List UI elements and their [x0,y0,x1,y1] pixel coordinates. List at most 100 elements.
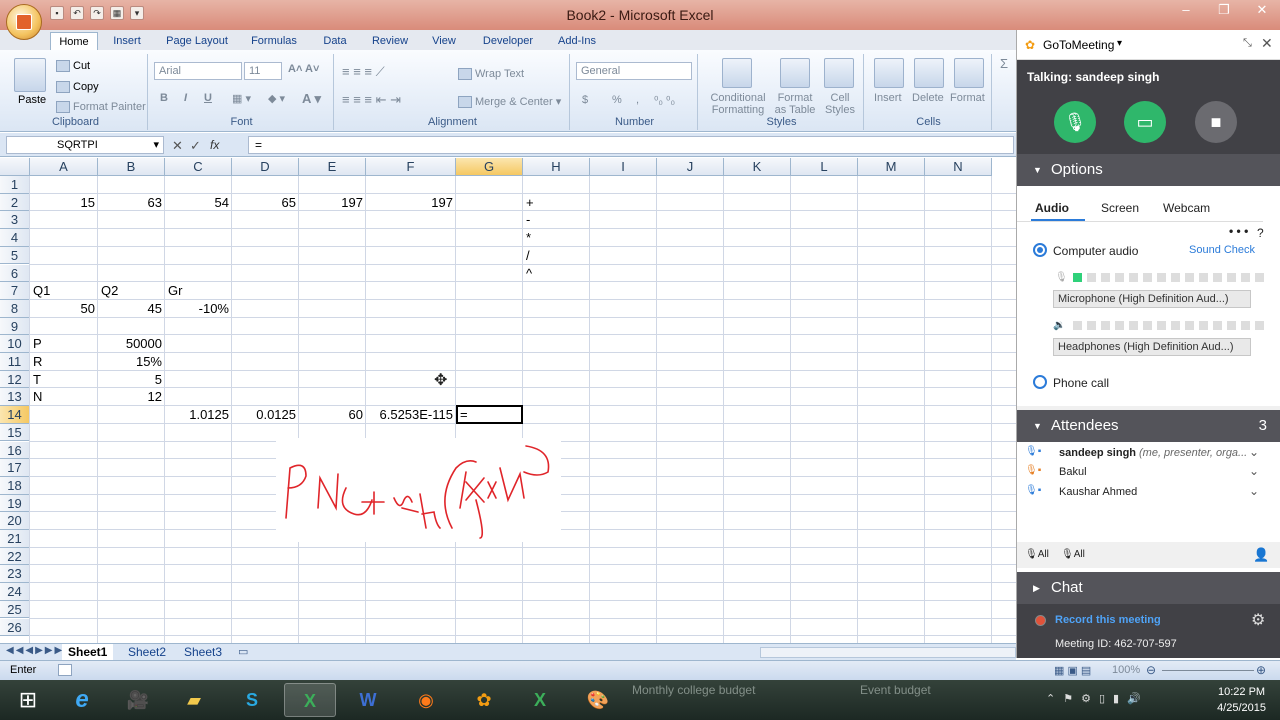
wrap-text-button[interactable]: Wrap Text [458,68,524,81]
cell-A10[interactable]: P [33,335,95,352]
tab-page-layout[interactable]: Page Layout [160,32,234,50]
computer-audio-radio[interactable] [1033,243,1047,257]
attendee-expand-icon[interactable]: ⌄ [1249,445,1259,459]
clock[interactable]: 10:22 PM 4/25/2015 [1217,684,1266,716]
cell-H5[interactable]: / [526,247,587,264]
borders-button[interactable]: ▦ ▾ [232,92,251,105]
microphone-select[interactable]: Microphone (High Definition Aud...) [1053,290,1251,308]
cell-C14[interactable]: 1.0125 [168,406,229,423]
sheet-tab-2[interactable]: Sheet2 [122,644,172,660]
tab-home[interactable]: Home [50,32,98,50]
add-attendee-icon[interactable]: 👤 [1253,547,1269,563]
column-header-L[interactable]: L [791,158,858,176]
restore-button[interactable]: ❐ [1214,2,1234,18]
row-header-21[interactable]: 21 [0,530,30,548]
start-button[interactable]: ⊞ [4,683,52,717]
paste-button[interactable]: Paste [18,94,46,106]
excel-taskbar-icon[interactable]: X [284,683,336,717]
row-header-8[interactable]: 8 [0,299,30,318]
copy-button[interactable]: Copy [56,81,99,94]
cell-A13[interactable]: N [33,388,95,405]
currency-button[interactable]: $ [582,94,588,106]
row-header-26[interactable]: 26 [0,618,30,637]
help-icon[interactable]: ? [1257,226,1264,240]
align-left-icon[interactable]: ≡ ≡ ≡ ⇤ ⇥ [342,92,401,108]
column-header-I[interactable]: I [590,158,657,176]
zoom-in-icon[interactable]: ⊕ [1256,663,1266,677]
cell-A12[interactable]: T [33,371,95,388]
delete-cells-icon[interactable] [914,58,944,88]
column-header-G[interactable]: G [456,158,523,176]
cell-B8[interactable]: 45 [101,300,162,317]
more-options-icon[interactable]: • • • [1229,224,1248,238]
undo-icon[interactable]: ↶ [70,6,84,20]
cell-H2[interactable]: + [526,194,587,211]
zoom-slider[interactable] [1162,670,1254,671]
minimize-button[interactable]: ‒ [1176,2,1196,18]
attendee-name-1[interactable]: sandeep singh [1059,447,1136,459]
cell-C2[interactable]: 54 [168,194,229,211]
cell-B10[interactable]: 50000 [101,335,162,352]
decimal-buttons[interactable]: ⁰₀ ⁰₀ [654,94,675,107]
format-painter-button[interactable]: Format Painter [56,101,146,114]
tab-audio[interactable]: Audio [1035,201,1069,215]
attendee-expand-icon[interactable]: ⌄ [1249,484,1259,498]
record-icon[interactable] [1035,615,1046,626]
settings-gear-icon[interactable]: ⚙ [1251,610,1265,630]
delete-cells-button[interactable]: Delete [912,92,944,104]
zoom-out-icon[interactable]: ⊖ [1146,663,1156,677]
cell-A11[interactable]: R [33,353,95,370]
formula-input[interactable]: = [248,136,1014,154]
row-header-20[interactable]: 20 [0,512,30,530]
row-header-9[interactable]: 9 [0,317,30,336]
chat-section-header[interactable]: ▶ Chat [1017,572,1280,604]
tab-data[interactable]: Data [316,32,354,50]
comma-button[interactable]: , [636,94,639,106]
attendees-section-header[interactable]: ▼ Attendees 3 [1017,410,1280,442]
column-header-H[interactable]: H [523,158,590,176]
cell-E2[interactable]: 197 [302,194,363,211]
column-header-J[interactable]: J [657,158,724,176]
unmute-all-button[interactable]: 🎙All [1061,549,1085,560]
format-as-table-icon[interactable] [780,58,810,88]
sound-check-link[interactable]: Sound Check [1189,244,1255,256]
row-header-2[interactable]: 2 [0,193,30,212]
cell-styles-button[interactable]: Cell Styles [820,92,860,116]
merge-center-button[interactable]: Merge & Center ▾ [458,95,561,109]
headphones-select[interactable]: Headphones (High Definition Aud...) [1053,338,1251,356]
number-format-box[interactable]: General [576,62,692,80]
cell-F2[interactable]: 197 [369,194,453,211]
row-header-15[interactable]: 15 [0,423,30,442]
row-header-7[interactable]: 7 [0,282,30,300]
conditional-formatting-button[interactable]: Conditional Formatting [708,92,768,116]
row-header-17[interactable]: 17 [0,459,30,477]
attendee-name-2[interactable]: Bakul [1059,466,1087,478]
row-header-13[interactable]: 13 [0,388,30,407]
internet-explorer-icon[interactable]: e [56,683,108,717]
zoom-level[interactable]: 100% [1112,664,1140,676]
underline-button[interactable]: U [204,92,212,104]
cell-H4[interactable]: * [526,229,587,246]
redo-icon[interactable]: ↷ [90,6,104,20]
tab-webcam[interactable]: Webcam [1163,201,1210,215]
paint-icon[interactable]: 🎨 [572,683,624,717]
fill-color-button[interactable]: ◆ ▾ [268,92,285,105]
column-header-K[interactable]: K [724,158,791,176]
cancel-icon[interactable]: ✕ [172,138,183,154]
column-header-F[interactable]: F [366,158,456,176]
name-box[interactable]: SQRTPI ▾ [6,136,164,154]
font-size-box[interactable]: 11 [244,62,282,80]
conditional-formatting-icon[interactable] [722,58,752,88]
paste-icon[interactable] [14,58,46,92]
microphone-button[interactable]: 🎙 [1054,101,1096,143]
cell-C7[interactable]: Gr [168,282,229,299]
cell-C8[interactable]: -10% [168,300,229,317]
row-header-11[interactable]: 11 [0,353,30,371]
save-icon[interactable]: ▪ [50,6,64,20]
sheet-tab-1[interactable]: Sheet1 [62,644,114,660]
align-top-icon[interactable]: ≡ ≡ ≡ ⟋ [342,64,385,80]
gtm-collapse-icon[interactable]: ⤡ [1243,37,1252,50]
gtm-app-name[interactable]: GoToMeeting [1043,38,1114,52]
tab-add-ins[interactable]: Add-Ins [552,32,602,50]
sheet-tab-3[interactable]: Sheet3 [178,644,228,660]
